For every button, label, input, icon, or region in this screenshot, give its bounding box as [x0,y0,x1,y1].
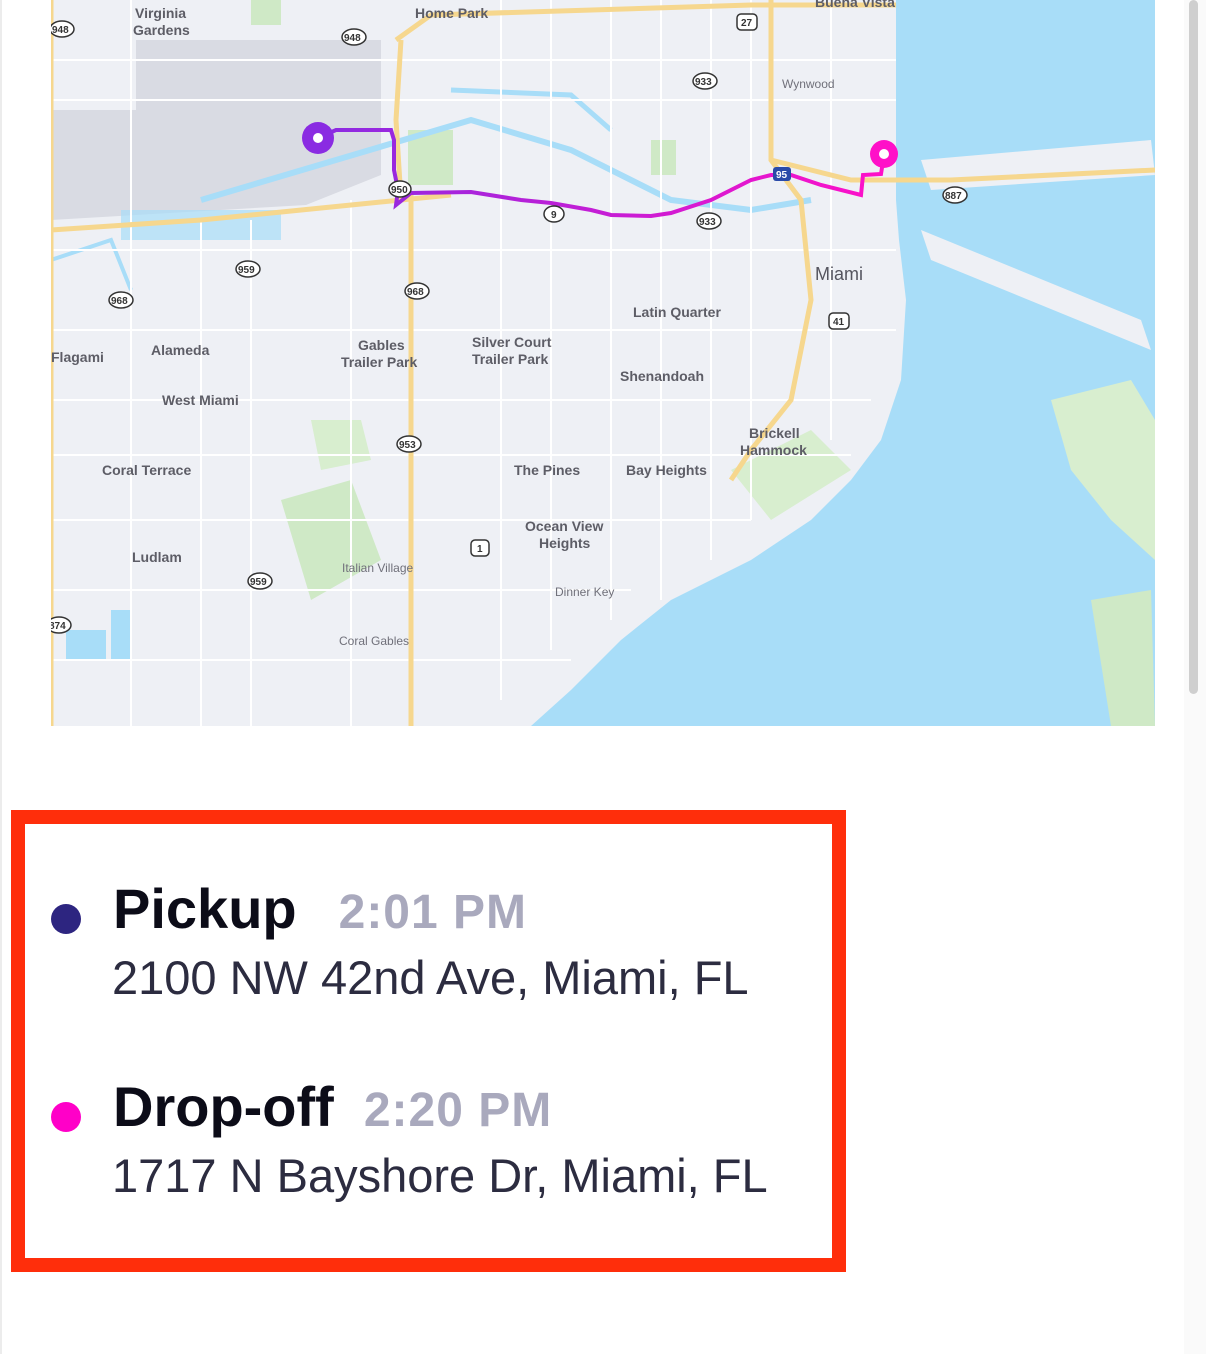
svg-text:41: 41 [833,317,845,328]
dropoff-address: 1717 N Bayshore Dr, Miami, FL [112,1149,768,1202]
svg-text:Wynwood: Wynwood [782,77,835,91]
svg-text:Alameda: Alameda [151,342,210,358]
pickup-label: Pickup [113,877,297,940]
svg-text:968: 968 [407,287,424,298]
svg-text:Brickell: Brickell [749,425,800,441]
svg-text:948: 948 [344,33,361,44]
svg-text:Trailer Park: Trailer Park [341,354,417,370]
svg-text:Bay Heights: Bay Heights [626,462,707,478]
svg-text:The Pines: The Pines [514,462,580,478]
svg-text:948: 948 [52,25,69,36]
map-canvas: Virginia Gardens Home Park Buena Vista W… [51,0,1155,726]
dropoff-map-marker[interactable] [870,140,898,168]
svg-text:Coral Terrace: Coral Terrace [102,462,191,478]
svg-text:Latin Quarter: Latin Quarter [633,304,721,320]
svg-text:27: 27 [741,18,753,29]
pickup-address: 2100 NW 42nd Ave, Miami, FL [112,951,749,1004]
svg-text:933: 933 [699,217,716,228]
svg-text:Italian Village: Italian Village [342,561,413,575]
dropoff-time: 2:20 PM [363,1084,553,1137]
svg-text:Coral Gables: Coral Gables [339,634,409,648]
scrollbar-track[interactable] [1184,0,1206,1354]
svg-text:968: 968 [111,296,128,307]
svg-text:Ocean View: Ocean View [525,518,603,534]
dropoff-label: Drop-off [113,1075,334,1138]
svg-text:Gables: Gables [358,337,405,353]
svg-text:Miami: Miami [815,264,863,284]
svg-text:Silver Court: Silver Court [472,334,552,350]
svg-text:Shenandoah: Shenandoah [620,368,704,384]
dropoff-dot-icon [51,1102,81,1132]
svg-text:9: 9 [551,210,557,221]
svg-text:Virginia: Virginia [135,5,186,21]
svg-text:Home Park: Home Park [415,5,488,21]
svg-text:874: 874 [51,621,66,632]
svg-text:950: 950 [391,185,408,196]
svg-text:953: 953 [399,440,416,451]
svg-text:Dinner Key: Dinner Key [555,585,614,599]
svg-text:West Miami: West Miami [162,392,239,408]
svg-text:Trailer Park: Trailer Park [472,351,548,367]
svg-text:Gardens: Gardens [133,22,190,38]
svg-text:959: 959 [250,577,267,588]
svg-text:933: 933 [695,77,712,88]
pickup-dot-icon [51,904,81,934]
svg-text:Hammock: Hammock [740,442,807,458]
left-edge-rule [0,0,2,1354]
scrollbar-thumb[interactable] [1189,0,1198,694]
pickup-time: 2:01 PM [338,886,528,939]
trip-summary-highlight: Pickup 2:01 PM 2100 NW 42nd Ave, Miami, F… [11,810,846,1272]
svg-text:95: 95 [776,170,788,181]
svg-text:Buena Vista: Buena Vista [815,0,895,10]
svg-text:887: 887 [945,191,962,202]
pickup-map-marker[interactable] [302,122,334,154]
svg-text:959: 959 [238,265,255,276]
route-map[interactable]: Virginia Gardens Home Park Buena Vista W… [51,0,1155,726]
svg-text:Heights: Heights [539,535,591,551]
svg-text:Ludlam: Ludlam [132,549,182,565]
svg-text:1: 1 [477,544,483,555]
svg-text:Flagami: Flagami [51,349,104,365]
